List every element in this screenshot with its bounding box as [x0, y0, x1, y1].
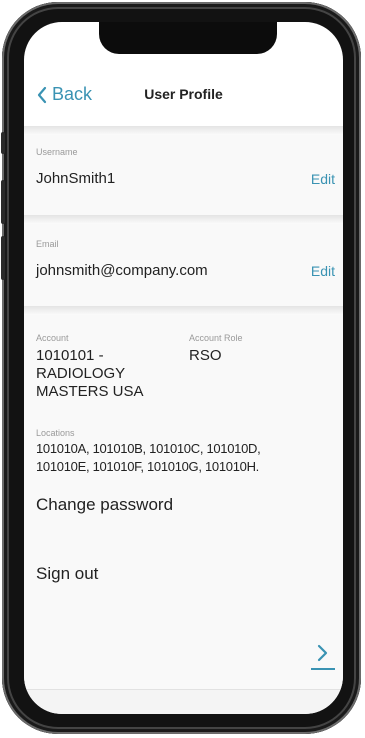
divider — [24, 306, 343, 315]
email-label: Email — [36, 239, 59, 249]
edit-username-button[interactable]: Edit — [311, 171, 335, 187]
phone-frame: Back User Profile Username JohnSmith1 Ed… — [1, 2, 361, 734]
locations-line: 101010E, 101010F, 101010G, 101010H. — [36, 459, 259, 474]
divider — [24, 215, 343, 224]
account-line: MASTERS USA — [36, 383, 144, 400]
account-role-value: RSO — [189, 347, 222, 364]
account-line: 1010101 - — [36, 347, 104, 364]
locations-label: Locations — [36, 428, 75, 438]
volume-up-button — [1, 180, 5, 224]
forward-underline — [311, 668, 335, 670]
username-value: JohnSmith1 — [36, 170, 116, 187]
sign-out-link[interactable]: Sign out — [36, 564, 98, 584]
account-label: Account — [36, 333, 69, 343]
navigation-bar: Back User Profile — [24, 70, 343, 126]
notch — [99, 22, 277, 54]
locations-line: 101010A, 101010B, 101010C, 101010D, — [36, 441, 261, 456]
page-title: User Profile — [144, 86, 223, 102]
screen: Back User Profile Username JohnSmith1 Ed… — [24, 22, 343, 714]
bottom-bar — [24, 689, 343, 714]
forward-button[interactable] — [311, 642, 335, 670]
account-role-label: Account Role — [189, 333, 243, 343]
mute-switch — [1, 132, 5, 154]
username-label: Username — [36, 147, 78, 157]
email-value: johnsmith@company.com — [36, 262, 208, 279]
username-section: Username JohnSmith1 Edit — [24, 135, 343, 215]
change-password-link[interactable]: Change password — [36, 495, 173, 515]
email-section: Email johnsmith@company.com Edit — [24, 224, 343, 306]
edit-email-button[interactable]: Edit — [311, 263, 335, 279]
account-line: RADIOLOGY — [36, 365, 126, 382]
divider — [24, 126, 343, 135]
account-section: Account 1010101 - RADIOLOGY MASTERS USA … — [24, 315, 343, 690]
volume-down-button — [1, 236, 5, 280]
